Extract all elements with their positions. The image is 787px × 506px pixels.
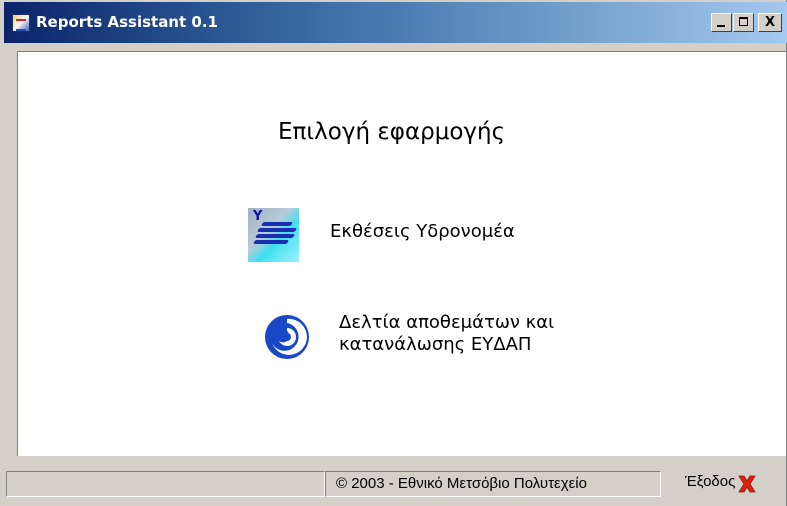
main-panel: Επιλογή εφαρμογής Y Εκθέσεις Υδρονομέα Δ… xyxy=(17,51,786,456)
close-button[interactable]: X xyxy=(758,13,782,32)
title-bar[interactable]: Reports Assistant 0.1 X xyxy=(4,2,787,43)
app-icon xyxy=(12,14,30,32)
eydap-swirl-icon[interactable] xyxy=(263,313,311,361)
hydronomeas-reports-button[interactable]: Y Εκθέσεις Υδρονομέα xyxy=(247,207,607,267)
status-pane-empty xyxy=(6,471,325,497)
maximize-icon xyxy=(739,17,748,26)
status-pane-copyright: © 2003 - Εθνικό Μετσόβιο Πολυτεχείο xyxy=(325,471,661,497)
eydap-label-line1: Δελτία αποθεμάτων και xyxy=(339,312,555,333)
hydronomeas-icon[interactable]: Y xyxy=(248,208,299,262)
page-title: Επιλογή εφαρμογής xyxy=(278,119,506,145)
minimize-button[interactable] xyxy=(711,13,732,32)
close-icon: X xyxy=(764,15,776,30)
eydap-bulletins-label[interactable]: Δελτία αποθεμάτων και κατανάλωσης ΕΥΔΑΠ xyxy=(339,312,554,356)
wave-line xyxy=(260,222,294,226)
maximize-button[interactable] xyxy=(733,13,754,32)
application-window: Reports Assistant 0.1 X Επιλογή εφαρμογή… xyxy=(0,0,787,506)
window-title: Reports Assistant 0.1 xyxy=(36,13,218,31)
status-bar: © 2003 - Εθνικό Μετσόβιο Πολυτεχείο Έξοδ… xyxy=(0,459,787,506)
icon-letter: Y xyxy=(253,209,263,224)
hydronomeas-reports-label[interactable]: Εκθέσεις Υδρονομέα xyxy=(330,221,515,243)
wave-line xyxy=(254,234,296,238)
eydap-bulletins-button[interactable]: Δελτία αποθεμάτων και κατανάλωσης ΕΥΔΑΠ xyxy=(247,307,667,377)
minimize-icon xyxy=(717,25,725,27)
exit-button[interactable]: Έξοδος xyxy=(683,469,783,499)
wave-line xyxy=(252,240,290,244)
wave-line xyxy=(256,228,298,232)
exit-label: Έξοδος xyxy=(685,473,736,490)
copyright-text: © 2003 - Εθνικό Μετσόβιο Πολυτεχείο xyxy=(336,475,587,492)
eydap-label-line2: κατανάλωσης ΕΥΔΑΠ xyxy=(339,334,532,355)
red-x-icon xyxy=(738,475,756,493)
